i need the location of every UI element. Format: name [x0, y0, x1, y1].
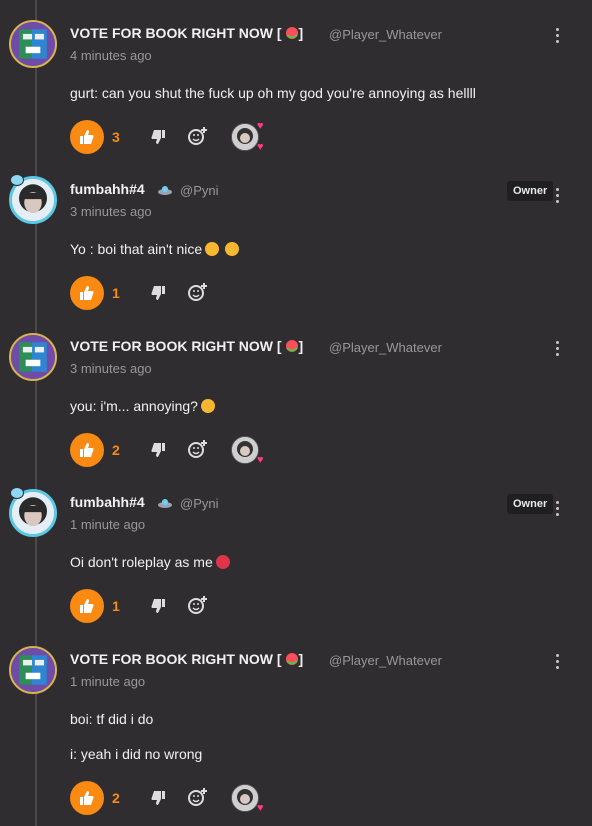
author-name[interactable]: VOTE FOR BOOK RIGHT NOW [] [70, 338, 303, 354]
add-reaction-icon[interactable] [188, 283, 208, 301]
like-count: 3 [112, 129, 120, 145]
ufo-icon [158, 499, 172, 508]
comment: VOTE FOR BOOK RIGHT NOW [] @Player_Whate… [0, 313, 592, 469]
comment-text: gurt: can you shut the fuck up oh my god… [70, 85, 476, 101]
more-vertical-icon[interactable] [553, 26, 563, 44]
thumbs-up-icon [80, 599, 94, 613]
avatar[interactable] [9, 333, 57, 381]
more-vertical-icon[interactable] [553, 186, 563, 204]
watermelon-icon [285, 340, 298, 352]
ufo-icon [158, 186, 172, 195]
flushed-face-icon [200, 399, 215, 413]
comment-text: you: i'm... annoying? [70, 398, 215, 414]
comment: fumbahh#4 @Pyni 1 minute ago Owner Oi do… [0, 469, 592, 625]
like-button[interactable] [70, 276, 104, 310]
comment: VOTE FOR BOOK RIGHT NOW [] @Player_Whate… [0, 0, 592, 156]
timestamp: 3 minutes ago [70, 204, 152, 219]
frowning-face-icon [225, 242, 240, 256]
like-count: 1 [112, 285, 120, 301]
like-count: 2 [112, 442, 120, 458]
timestamp: 3 minutes ago [70, 361, 152, 376]
thumbs-up-icon [80, 791, 94, 805]
like-button[interactable] [70, 589, 104, 623]
like-count: 1 [112, 598, 120, 614]
comment-text: i: yeah i did no wrong [70, 746, 203, 762]
timestamp: 1 minute ago [70, 517, 146, 532]
add-reaction-icon[interactable] [188, 596, 208, 614]
heart-icon: ♥ [257, 120, 264, 132]
thumbs-up-icon [80, 286, 94, 300]
author-name[interactable]: fumbahh#4 [70, 181, 145, 197]
add-reaction-icon[interactable] [188, 788, 208, 806]
author-handle[interactable]: @Pyni [180, 183, 219, 198]
more-vertical-icon[interactable] [553, 499, 563, 517]
reactor-avatar[interactable] [231, 436, 259, 464]
add-reaction-icon[interactable] [188, 440, 208, 458]
like-button[interactable] [70, 433, 104, 467]
add-reaction-icon[interactable] [188, 127, 208, 145]
thumbs-down-icon[interactable] [150, 442, 166, 458]
author-handle[interactable]: @Player_Whatever [329, 653, 442, 668]
owner-badge: Owner [507, 494, 554, 514]
thumbs-down-icon[interactable] [150, 598, 166, 614]
thumbs-down-icon[interactable] [150, 129, 166, 145]
timestamp: 4 minutes ago [70, 48, 152, 63]
watermelon-icon [285, 653, 298, 665]
like-button[interactable] [70, 120, 104, 154]
more-vertical-icon[interactable] [553, 652, 563, 670]
status-badge [10, 487, 24, 499]
thumbs-up-icon [80, 130, 94, 144]
thumbs-up-icon [80, 443, 94, 457]
timestamp: 1 minute ago [70, 674, 146, 689]
author-handle[interactable]: @Pyni [180, 496, 219, 511]
owner-badge: Owner [507, 181, 554, 201]
comment: fumbahh#4 @Pyni 3 minutes ago Owner Yo :… [0, 156, 592, 312]
thumbs-down-icon[interactable] [150, 790, 166, 806]
more-vertical-icon[interactable] [553, 339, 563, 357]
frowning-face-icon [205, 242, 220, 256]
status-badge [10, 174, 24, 186]
reactor-avatar[interactable] [231, 784, 259, 812]
author-name[interactable]: VOTE FOR BOOK RIGHT NOW [] [70, 651, 303, 667]
author-name[interactable]: VOTE FOR BOOK RIGHT NOW [] [70, 25, 303, 41]
avatar[interactable] [9, 20, 57, 68]
like-count: 2 [112, 790, 120, 806]
author-handle[interactable]: @Player_Whatever [329, 340, 442, 355]
comment-text: boi: tf did i do [70, 711, 154, 727]
thumbs-down-icon[interactable] [150, 285, 166, 301]
comment-text: Yo : boi that ain't nice [70, 241, 240, 257]
avatar[interactable] [9, 646, 57, 694]
like-button[interactable] [70, 781, 104, 815]
comment-text: Oi don't roleplay as me [70, 554, 230, 570]
reactor-avatar[interactable] [231, 123, 259, 151]
watermelon-icon [285, 27, 298, 39]
author-handle[interactable]: @Player_Whatever [329, 27, 442, 42]
heart-icon: ♥ [257, 454, 264, 466]
heart-icon: ♥ [257, 802, 264, 814]
angry-face-icon [215, 555, 230, 569]
author-name[interactable]: fumbahh#4 [70, 494, 145, 510]
heart-icon: ♥ [257, 141, 264, 153]
comment: VOTE FOR BOOK RIGHT NOW [] @Player_Whate… [0, 626, 592, 826]
